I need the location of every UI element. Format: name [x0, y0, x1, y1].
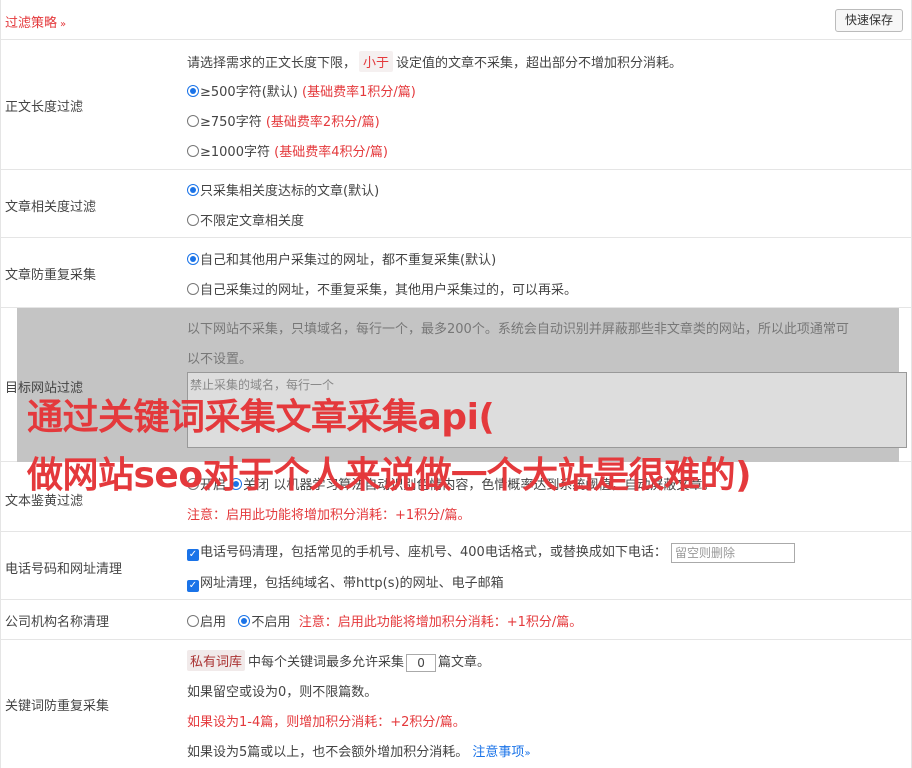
rate-note: (基础费率1积分/篇) [302, 85, 416, 100]
private-lexicon-tag: 私有词库 [187, 650, 246, 671]
length-desc: 请选择需求的正文长度下限， 小于 设定值的文章不采集，超出部分不增加积分消耗。 [187, 51, 682, 72]
option-label: ≥1000字符 [200, 145, 270, 160]
option-label: 启用 [200, 615, 227, 630]
desc-text: 篇文章。 [438, 655, 491, 670]
option-label: 网址清理，包括纯域名、带http(s)的网址、电子邮箱 [200, 576, 504, 591]
keyword-limit-line: 私有词库 中每个关键词最多允许采集 0 篇文章。 [187, 650, 490, 672]
radio-button[interactable] [187, 615, 199, 627]
dedupe-option-all[interactable]: 自己和其他用户采集过的网址，都不重复采集(默认) [187, 249, 496, 268]
chevron-down-icon: » [524, 748, 531, 759]
org-name-options: 启用 不启用 注意：启用此功能将增加积分消耗：+1积分/篇。 [187, 611, 582, 630]
row-label: 文章防重复采集 [5, 268, 97, 283]
phone-url-row: 电话号码和网址清理 ✓ 电话号码清理，包括常见的手机号、座机号、400电话格式，或… [1, 532, 911, 600]
filter-strategy-toggle[interactable]: 过滤策略» [5, 12, 66, 31]
desc-text: 设定值的文章不采集，超出部分不增加积分消耗。 [396, 56, 683, 71]
length-option-750[interactable]: ≥750字符 (基础费率2积分/篇) [187, 111, 380, 130]
target-site-desc-2: 以不设置。 [187, 352, 253, 367]
row-label: 关键词防重复采集 [5, 699, 110, 714]
row-label: 电话号码和网址清理 [5, 562, 123, 577]
max-articles-input[interactable]: 0 [406, 653, 437, 672]
checkbox-checked-icon[interactable]: ✓ [187, 580, 199, 592]
option-label: ≥750字符 [200, 115, 262, 130]
row-label: 文章相关度过滤 [5, 200, 97, 215]
keyword-info-3: 如果设为5篇或以上，也不会额外增加积分消耗。 注意事项» [187, 741, 531, 760]
porn-filter-note: 注意：启用此功能将增加积分消耗：+1积分/篇。 [187, 508, 471, 523]
chevron-down-icon: » [60, 19, 67, 30]
org-name-row: 公司机构名称清理 启用 不启用 注意：启用此功能将增加积分消耗：+1积分/篇。 [1, 600, 911, 640]
option-label: ≥500字符(默认) [200, 85, 298, 100]
option-label: 自己采集过的网址，不重复采集，其他用户采集过的，可以再采。 [200, 283, 578, 298]
option-label: 只采集相关度达标的文章(默认) [200, 184, 380, 199]
row-label: 公司机构名称清理 [5, 615, 110, 630]
radio-button[interactable] [187, 115, 199, 127]
radio-button[interactable] [187, 145, 199, 157]
desc-text: 如果设为5篇或以上，也不会额外增加积分消耗。 [187, 745, 469, 760]
rate-note: (基础费率4积分/篇) [274, 145, 388, 160]
target-site-desc-1: 以下网站不采集，只填域名，每行一个，最多200个。系统会自动识别并屏蔽那些非文章… [187, 322, 849, 337]
panel-header: 过滤策略» 快速保存 [1, 0, 911, 40]
relevance-option-unlimited[interactable]: 不限定文章相关度 [187, 210, 304, 229]
keyword-info-2: 如果设为1-4篇，则增加积分消耗：+2积分/篇。 [187, 715, 466, 730]
length-option-500[interactable]: ≥500字符(默认) (基础费率1积分/篇) [187, 81, 416, 100]
dedupe-option-self[interactable]: 自己采集过的网址，不重复采集，其他用户采集过的，可以再采。 [187, 279, 577, 298]
radio-button[interactable] [238, 615, 251, 627]
url-clean-option[interactable]: ✓ 网址清理，包括纯域名、带http(s)的网址、电子邮箱 [187, 572, 504, 592]
quick-save-button[interactable]: 快速保存 [834, 9, 903, 32]
overlay-title-line2: 做网站seo对于个人来说做一个大站是很难的) [27, 455, 752, 496]
radio-button[interactable] [187, 184, 199, 196]
option-label: 不启用 [251, 615, 291, 630]
rate-note: (基础费率2积分/篇) [265, 115, 380, 130]
desc-text: 请选择需求的正文长度下限， [187, 56, 357, 71]
relevance-option-required[interactable]: 只采集相关度达标的文章(默认) [187, 180, 379, 199]
checkbox-checked-icon[interactable]: ✓ [187, 549, 199, 561]
keyword-info-1: 如果留空或设为0，则不限篇数。 [187, 685, 378, 700]
dedupe-row: 文章防重复采集 自己和其他用户采集过的网址，都不重复采集(默认) 自己采集过的网… [1, 238, 911, 308]
phone-clean-option[interactable]: ✓ 电话号码清理，包括常见的手机号、座机号、400电话格式，或替换成如下电话： 留… [187, 541, 795, 563]
org-note: 注意：启用此功能将增加积分消耗：+1积分/篇。 [298, 615, 583, 630]
radio-button[interactable] [187, 85, 199, 97]
relevance-filter-row: 文章相关度过滤 只采集相关度达标的文章(默认) 不限定文章相关度 [1, 170, 911, 238]
option-label: 自己和其他用户采集过的网址，都不重复采集(默认) [200, 253, 497, 268]
panel-title: 过滤策略 [5, 16, 58, 31]
desc-text: 中每个关键词最多允许采集 [248, 655, 405, 670]
option-label: 不限定文章相关度 [200, 214, 305, 229]
radio-button[interactable] [187, 283, 199, 295]
overlay-title-line1: 通过关键词采集文章采集api( [27, 397, 495, 438]
radio-button[interactable] [187, 214, 199, 226]
notes-link[interactable]: 注意事项» [472, 745, 530, 760]
radio-button[interactable] [187, 253, 199, 265]
settings-panel: 过滤策略» 快速保存 正文长度过滤 请选择需求的正文长度下限， 小于 设定值的文章不… [0, 0, 912, 768]
replace-phone-input[interactable]: 留空则删除 [670, 542, 795, 563]
option-label: 电话号码清理，包括常见的手机号、座机号、400电话格式，或替换成如下电话： [200, 545, 667, 560]
less-than-tag: 小于 [359, 51, 394, 72]
length-filter-row: 正文长度过滤 请选择需求的正文长度下限， 小于 设定值的文章不采集，超出部分不增加积… [1, 40, 911, 170]
keyword-dedupe-row: 关键词防重复采集 私有词库 中每个关键词最多允许采集 0 篇文章。 如果留空或设为0，… [1, 640, 911, 768]
link-text: 注意事项 [472, 745, 525, 760]
length-option-1000[interactable]: ≥1000字符 (基础费率4积分/篇) [187, 141, 388, 160]
row-label: 正文长度过滤 [5, 100, 84, 115]
